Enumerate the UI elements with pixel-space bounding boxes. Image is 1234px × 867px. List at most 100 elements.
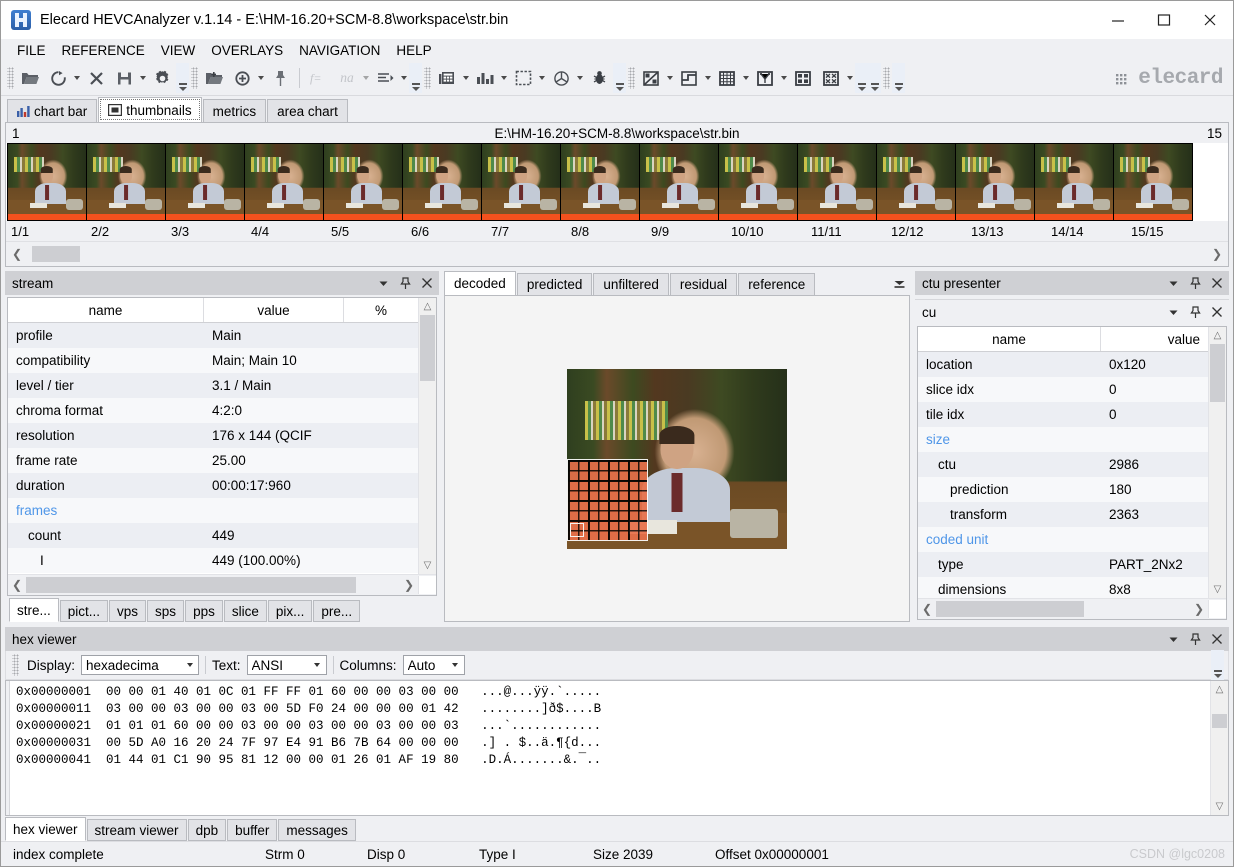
hex-display-chevron-down-icon[interactable] [181, 656, 198, 674]
hex-text-combo[interactable]: ANSI [246, 655, 327, 675]
stream-hscroll-left-icon[interactable]: ❮ [8, 576, 26, 594]
selected-cu-highlight[interactable] [570, 523, 584, 538]
ctu-presenter-menu-icon[interactable] [1163, 273, 1183, 293]
stream-hscroll-thumb[interactable] [26, 577, 356, 593]
viewer-tab-unfiltered[interactable]: unfiltered [593, 273, 669, 295]
thumbnail-item[interactable] [402, 143, 482, 221]
toolbar-grip[interactable] [7, 67, 14, 89]
thumbnail-item[interactable] [323, 143, 403, 221]
table-row[interactable]: type PART_2Nx2 [918, 552, 1208, 577]
cu-scroll-track[interactable] [1209, 344, 1226, 581]
stream-tab-sps[interactable]: sps [147, 600, 185, 622]
bottom-tab-stream-viewer[interactable]: stream viewer [86, 819, 187, 841]
decoded-picture-canvas[interactable] [444, 296, 910, 622]
hex-toolbar-grip[interactable] [12, 654, 19, 676]
thumbnail-item[interactable] [797, 143, 877, 221]
quad-overlay-icon[interactable] [789, 65, 817, 91]
table-row[interactable]: prediction 180 [918, 477, 1208, 502]
cu-scroll-thumb[interactable] [1210, 344, 1225, 402]
cu-hscroll-track[interactable] [936, 600, 1190, 618]
cu-menu-icon[interactable] [1163, 302, 1183, 322]
table-row[interactable]: compatibility Main; Main 10 [8, 348, 418, 373]
step-overlay-dropdown-caret[interactable] [703, 65, 713, 91]
stream-horizontal-scrollbar[interactable]: ❮ ❯ [8, 574, 436, 595]
table-view-dropdown-caret[interactable] [461, 65, 471, 91]
thumbnail-item[interactable] [1113, 143, 1193, 221]
quad-cross-dropdown-caret[interactable] [845, 65, 855, 91]
cu-scroll-up-icon[interactable]: △ [1209, 327, 1226, 344]
cu-scroll-down-icon[interactable]: ▽ [1209, 581, 1226, 598]
stream-tab-slice[interactable]: slice [223, 600, 267, 622]
stream-col-value[interactable]: value [204, 298, 344, 322]
table-row[interactable]: resolution 176 x 144 (QCIF [8, 423, 418, 448]
toolbar-grip-3[interactable] [424, 67, 431, 89]
toolbar-overflow-button-2[interactable] [409, 63, 422, 93]
table-row[interactable]: dimensions 8x8 [918, 577, 1208, 598]
mercedes-dropdown-caret[interactable] [575, 65, 585, 91]
stream-dock-close-icon[interactable] [417, 273, 437, 293]
stream-hscroll-track[interactable] [26, 576, 400, 594]
hex-columns-chevron-down-icon[interactable] [447, 656, 464, 674]
hex-text-chevron-down-icon[interactable] [309, 656, 326, 674]
align-list-dropdown-caret[interactable] [399, 65, 409, 91]
menu-item-file[interactable]: FILE [9, 41, 54, 60]
thumbnail-item[interactable] [481, 143, 561, 221]
tab-area-chart[interactable]: area chart [267, 99, 348, 122]
grid-overlay-dropdown-caret[interactable] [741, 65, 751, 91]
hex-dump-text[interactable]: 0x00000001 00 00 01 40 01 0C 01 FF FF 01… [10, 681, 1210, 815]
thumbnail-item[interactable] [639, 143, 719, 221]
thumbnail-item[interactable] [1034, 143, 1114, 221]
stream-dock-pin-icon[interactable] [395, 273, 415, 293]
thumbnail-item[interactable] [955, 143, 1035, 221]
decoded-frame[interactable] [567, 368, 787, 549]
tab-chart-bar[interactable]: chart bar [7, 99, 98, 122]
thumbnail-item[interactable] [560, 143, 640, 221]
table-row[interactable]: location 0x120 [918, 352, 1208, 377]
table-row[interactable]: profile Main [8, 323, 418, 348]
thumbnails-scroll-left-icon[interactable]: ❮ [6, 243, 28, 265]
toolbar-grip-4[interactable] [628, 67, 635, 89]
stream-scroll-thumb[interactable] [420, 315, 435, 381]
settings-gear-icon[interactable] [148, 65, 176, 91]
stream-col-name[interactable]: name [8, 298, 204, 322]
stream-tab-pix[interactable]: pix... [267, 600, 313, 622]
toolbar-overflow-button-4[interactable] [855, 63, 868, 93]
add-reference-dropdown-caret[interactable] [256, 65, 266, 91]
thumbnails-scrollbar[interactable]: ❮ ❯ [6, 241, 1228, 266]
cu-col-value[interactable]: value [1101, 327, 1208, 351]
toolbar-grip-5[interactable] [883, 67, 890, 89]
maximize-button[interactable] [1141, 1, 1187, 39]
table-row[interactable]: ctu 2986 [918, 452, 1208, 477]
chart-bar-dropdown-caret[interactable] [499, 65, 509, 91]
thumbnail-item[interactable] [165, 143, 245, 221]
stream-hscroll-right-icon[interactable]: ❯ [400, 576, 418, 594]
menu-item-overlays[interactable]: OVERLAYS [203, 41, 291, 60]
hex-scroll-up-icon[interactable]: △ [1211, 681, 1228, 698]
bottom-tab-dpb[interactable]: dpb [187, 819, 227, 841]
stream-tab-pps[interactable]: pps [185, 600, 223, 622]
save-dropdown-caret[interactable] [138, 65, 148, 91]
hex-scroll-thumb[interactable] [1212, 714, 1227, 728]
table-row[interactable]: slice idx 0 [918, 377, 1208, 402]
table-row[interactable]: level / tier 3.1 / Main [8, 373, 418, 398]
toolbar-overflow-button-3[interactable] [613, 63, 626, 93]
hex-toolbar-overflow-button[interactable] [1211, 650, 1224, 680]
toolbar-grip-2[interactable] [191, 67, 198, 89]
menu-item-reference[interactable]: REFERENCE [54, 41, 153, 60]
tab-thumbnails[interactable]: thumbnails [98, 97, 202, 122]
add-folder-icon[interactable] [200, 65, 228, 91]
align-list-icon[interactable] [371, 65, 399, 91]
thumbnail-item[interactable] [86, 143, 166, 221]
hex-scroll-track[interactable] [1211, 698, 1228, 798]
stream-tab-pre[interactable]: pre... [313, 600, 361, 622]
table-row[interactable]: size [918, 427, 1208, 452]
cu-col-name[interactable]: name [918, 327, 1101, 351]
thumbnail-item[interactable] [7, 143, 87, 221]
thumbnail-item[interactable] [876, 143, 956, 221]
pin-icon[interactable] [266, 65, 294, 91]
hex-viewer-close-icon[interactable] [1207, 629, 1227, 649]
save-icon[interactable] [110, 65, 138, 91]
stream-col-percent[interactable]: % [344, 298, 418, 322]
motion-vector-overlay-icon[interactable] [751, 65, 779, 91]
partition-overlay-icon[interactable] [637, 65, 665, 91]
